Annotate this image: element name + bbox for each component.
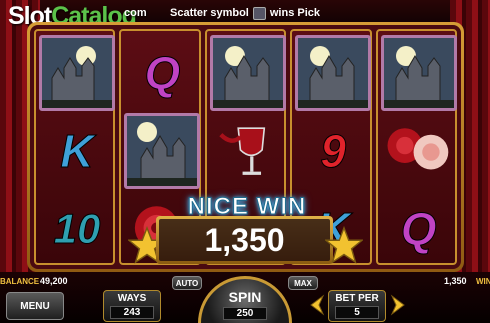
spin-bet-value: 250: [223, 307, 267, 320]
scatter-text-after: wins Pick: [269, 7, 321, 19]
k-symbol: K: [60, 125, 94, 178]
scatter-text-before: Scatter symbol: [170, 7, 249, 19]
win-amount-box: 1,350: [156, 216, 333, 264]
ways-value: 243: [110, 306, 154, 319]
chevron-left-icon[interactable]: [307, 294, 325, 316]
scatter-message: Scatter symbol wins Pick: [170, 5, 320, 21]
bet-per-panel: BET PER 5: [328, 290, 386, 322]
roses-vampire-symbol-icon: [381, 113, 457, 189]
ways-label: WAYS: [117, 293, 147, 304]
win-amount: 1,350: [159, 219, 330, 261]
q-symbol: Q: [400, 203, 437, 256]
castle-symbol-icon: [380, 35, 457, 111]
win-value: 1,350: [444, 276, 467, 286]
nine-symbol: 9: [320, 125, 347, 178]
star-icon: [325, 226, 363, 264]
balance-value: 49,200: [40, 276, 68, 286]
wine-glass-symbol-icon: [210, 113, 286, 189]
logo-com-text: com: [124, 7, 147, 19]
castle-symbol-icon: [39, 35, 115, 111]
q-symbol: Q: [144, 47, 181, 100]
bet-per-label: BET PER: [335, 293, 379, 304]
chevron-right-icon[interactable]: [390, 294, 408, 316]
win-label: WIN: [476, 277, 490, 286]
balance-label: BALANCE: [0, 277, 40, 286]
ten-symbol: 10: [53, 205, 101, 253]
reel-1: K 10: [34, 29, 116, 265]
castle-symbol-icon: [209, 35, 286, 111]
castle-symbol-icon: [295, 35, 372, 111]
auto-button[interactable]: AUTO: [172, 276, 202, 290]
ways-panel: WAYS 243: [103, 290, 161, 322]
scatter-symbol-icon: [252, 6, 266, 20]
menu-button[interactable]: MENU: [6, 292, 64, 320]
max-button[interactable]: MAX: [288, 276, 318, 290]
castle-symbol-icon: [124, 113, 201, 189]
bet-per-value: 5: [335, 306, 379, 319]
spin-label: SPIN: [228, 289, 262, 305]
reel-5: Q: [375, 29, 458, 265]
